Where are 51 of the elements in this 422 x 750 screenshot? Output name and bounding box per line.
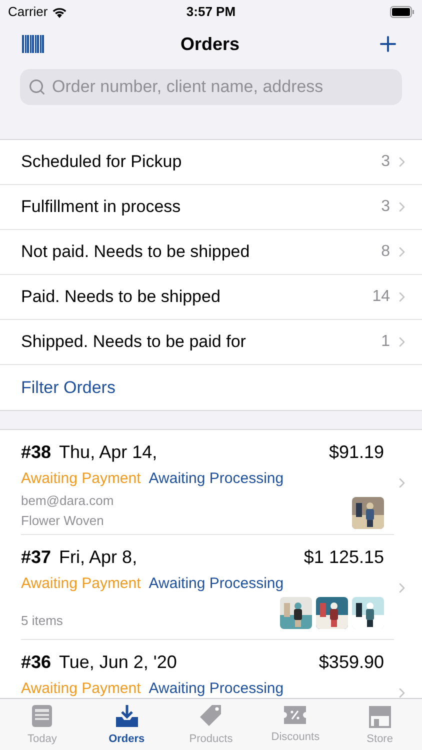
count-label: 3	[381, 197, 390, 217]
carrier-label: Carrier	[8, 3, 48, 22]
barcode-scan-button[interactable]	[22, 35, 44, 53]
screen-title: Orders	[180, 32, 240, 56]
storefront-icon	[368, 704, 392, 728]
status-label: Awaiting Processing	[148, 469, 284, 489]
count-label: 3	[381, 152, 390, 172]
wifi-icon	[52, 6, 67, 18]
filter-label: Not paid. Needs to be shipped	[21, 241, 251, 264]
filter-row[interactable]: Not paid. Needs to be shipped 8	[0, 230, 422, 275]
tag-icon	[199, 704, 224, 728]
filter-label: Shipped. Needs to be paid for	[21, 331, 247, 354]
filter-label: Fulfillment in process	[21, 196, 182, 218]
filter-row[interactable]: Fulfillment in process 3	[0, 185, 422, 230]
order-total: $359.90	[318, 651, 384, 674]
search-field[interactable]: Order number, client name, address	[20, 69, 402, 105]
status-label: Awaiting Payment	[21, 679, 141, 698]
coupon-icon	[283, 704, 308, 726]
filter-row[interactable]: Shipped. Needs to be paid for 1	[0, 320, 422, 365]
count-label: 14	[372, 287, 390, 307]
order-number: #36	[21, 651, 52, 674]
calendar-icon	[31, 704, 54, 728]
tab[interactable]: Orders	[84, 699, 169, 750]
order-total: $91.19	[328, 441, 384, 464]
filter-orders-link[interactable]: Filter Orders	[21, 374, 116, 400]
filter-label: Paid. Needs to be shipped	[21, 286, 222, 308]
order-row[interactable]: #38 Thu, Apr 14, $91.19 Awaiting Payment Awaiting Processing bem@dara.com Flower Woven	[0, 430, 422, 535]
order-number: #38	[21, 441, 52, 464]
download-tray-icon	[114, 704, 139, 728]
battery-icon	[390, 6, 414, 18]
order-date: Thu, Apr 14,	[59, 441, 158, 464]
order-date: Tue, Jun 2, '20	[59, 651, 178, 674]
search-icon	[28, 78, 46, 96]
order-detail: 5 items	[21, 612, 64, 630]
order-total: $1 125.15	[304, 546, 384, 569]
filter-row[interactable]: Scheduled for Pickup 3	[0, 140, 422, 185]
status-label: Awaiting Payment	[21, 469, 141, 489]
status-label: Awaiting Payment	[21, 574, 141, 594]
order-number: #37	[21, 546, 52, 569]
order-detail: bem@dara.com	[21, 492, 115, 510]
barcode-icon	[22, 35, 44, 53]
order-detail: Flower Woven	[21, 512, 105, 530]
clock: 3:57 PM	[186, 3, 236, 22]
status-label: Awaiting Processing	[148, 574, 284, 594]
status-label: Awaiting Processing	[148, 679, 284, 698]
filter-row[interactable]: Paid. Needs to be shipped 14	[0, 275, 422, 320]
filter-label: Scheduled for Pickup	[21, 151, 183, 174]
count-label: 1	[381, 332, 390, 352]
count-label: 8	[381, 242, 390, 262]
order-row[interactable]: #37 Fri, Apr 8, $1 125.15 Awaiting Payment Awaiting Processing 5 items	[0, 535, 422, 640]
order-date: Fri, Apr 8,	[59, 546, 138, 569]
